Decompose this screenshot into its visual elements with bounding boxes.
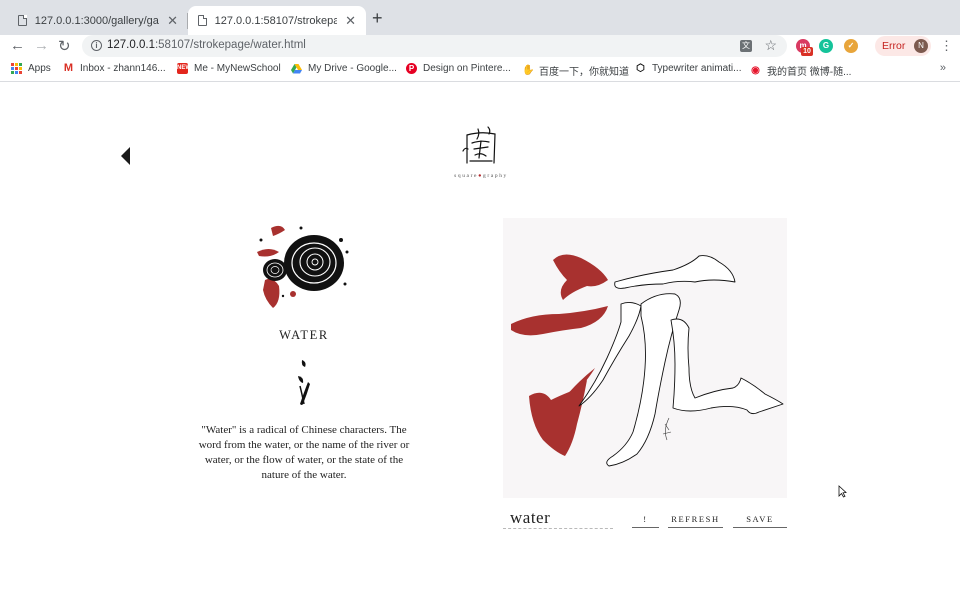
logo-subtitle: square●graphy	[454, 173, 508, 179]
bookmark-inbox[interactable]: M Inbox - zhann146...	[63, 63, 166, 74]
more-bookmarks-icon[interactable]: »	[940, 62, 946, 74]
character-name: WATER	[279, 328, 329, 342]
back-icon[interactable]: ←	[10, 37, 25, 54]
bookmark-pinterest[interactable]: P Design on Pintere...	[406, 63, 511, 74]
site-logo[interactable]: square●graphy	[448, 125, 514, 179]
new-tab-icon[interactable]: +	[372, 8, 383, 29]
stroke-page: square●graphy WATER "Water" is a radical…	[0, 83, 960, 600]
bookmark-codepen[interactable]: ⬡ Typewriter animati...	[635, 63, 741, 74]
tab-strip: 127.0.0.1:3000/gallery/gallery0 ✕ 127.0.…	[0, 0, 960, 35]
baidu-icon: ✋	[522, 65, 535, 76]
forward-icon[interactable]: →	[34, 37, 49, 54]
stroke-outline-right	[670, 318, 784, 415]
extension-badge: 10	[801, 47, 813, 56]
bookmark-apps[interactable]: Apps	[11, 63, 51, 74]
codepen-icon: ⬡	[635, 63, 646, 74]
stroke-outline-middle	[606, 293, 681, 467]
close-tab-icon[interactable]: ✕	[167, 13, 178, 29]
close-tab-icon[interactable]: ✕	[345, 13, 356, 29]
water-radical-icon	[298, 360, 310, 405]
profile-error-button[interactable]: Error N	[875, 36, 931, 56]
avatar: N	[914, 39, 928, 53]
drive-icon	[291, 63, 302, 74]
url-text[interactable]: 127.0.0.1:58107/strokepage/water.html	[107, 39, 306, 51]
newschool-icon: NEW	[177, 63, 191, 74]
page-icon	[198, 15, 207, 26]
refresh-button[interactable]: REFRESH	[668, 510, 723, 528]
logo-glyph-icon	[462, 126, 496, 164]
stroke-dot-2	[511, 306, 608, 336]
bookmark-newschool[interactable]: NEW Me - MyNewSchool	[177, 63, 281, 74]
translate-icon[interactable]: 文	[740, 40, 752, 52]
exclaim-button[interactable]: !	[632, 510, 659, 528]
stroke-dot-1	[553, 254, 608, 300]
grammarly-icon[interactable]: G	[819, 39, 833, 53]
tab-title: 127.0.0.1:3000/gallery/gallery0	[34, 14, 159, 27]
pinterest-icon: P	[406, 63, 417, 74]
page-icon	[18, 15, 27, 26]
tab-strokepage[interactable]: 127.0.0.1:58107/strokepage/wa ✕	[188, 6, 366, 35]
bookmark-baidu[interactable]: ✋ 百度一下，你就知道	[522, 63, 629, 78]
stroke-canvas[interactable]	[503, 218, 787, 498]
stroke-drawing	[511, 254, 784, 467]
stroke-outline-top	[614, 255, 736, 289]
bookmark-star-icon[interactable]: ☆	[764, 37, 777, 54]
water-emblem-icon	[257, 225, 349, 308]
bookmarks-bar: Apps M Inbox - zhann146... NEW Me - MyNe…	[0, 60, 960, 82]
word-input[interactable]	[503, 507, 613, 529]
tab-gallery[interactable]: 127.0.0.1:3000/gallery/gallery0 ✕	[8, 6, 188, 35]
reload-icon[interactable]: ↻	[58, 37, 71, 55]
tab-title: 127.0.0.1:58107/strokepage/wa	[214, 14, 338, 27]
character-description: "Water" is a radical of Chinese characte…	[198, 424, 410, 481]
stroke-rise	[529, 380, 587, 456]
mouse-cursor-icon	[838, 485, 847, 498]
extension-check-icon[interactable]: ✓	[844, 39, 858, 53]
weibo-icon: ◉	[750, 65, 761, 76]
apps-grid-icon	[11, 63, 22, 74]
address-bar[interactable]: i 127.0.0.1:58107/strokepage/water.html …	[82, 35, 787, 57]
gmail-icon: M	[63, 62, 74, 74]
bookmark-drive[interactable]: My Drive - Google...	[291, 63, 397, 74]
back-arrow-icon[interactable]	[121, 147, 130, 165]
bookmark-weibo[interactable]: ◉ 我的首页 微博-随...	[750, 63, 851, 78]
menu-icon[interactable]: ⋮	[940, 38, 953, 54]
browser-toolbar: ← → ↻ i 127.0.0.1:58107/strokepage/water…	[0, 35, 960, 60]
info-icon[interactable]: i	[91, 40, 102, 51]
save-button[interactable]: SAVE	[733, 510, 787, 528]
